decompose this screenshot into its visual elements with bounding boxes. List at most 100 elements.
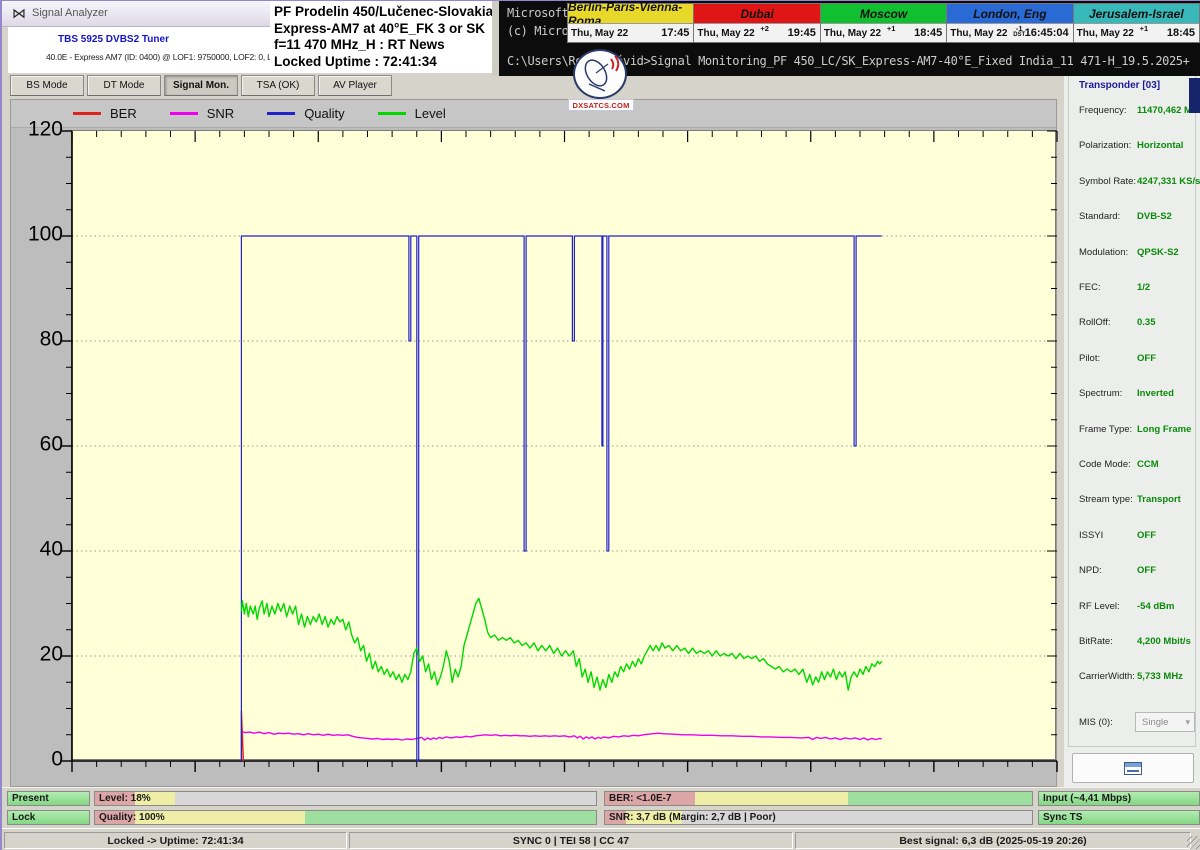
legend-swatch-ber: [73, 112, 101, 115]
signal-bar-ber: BER: <1.0E-7: [604, 791, 1033, 806]
annotation-line: Express-AM7 at 40°E_FK 3 or SK: [274, 20, 485, 36]
spectrum-button[interactable]: [1072, 753, 1194, 783]
param-label: Modulation:: [1079, 246, 1129, 258]
param-value: OFF: [1137, 529, 1156, 541]
clock-date: Thu, May 22: [571, 28, 629, 39]
tab-dt-mode[interactable]: DT Mode: [87, 75, 161, 96]
param-label: Standard:: [1079, 211, 1121, 223]
mis-label: MIS (0):: [1079, 717, 1113, 728]
param-value: Long Frame: [1137, 423, 1192, 435]
param-value: DVB-S2: [1137, 211, 1172, 223]
series-level: [240, 597, 883, 691]
transponder-row-npd: NPD: OFF: [1079, 565, 1197, 579]
logo-caption: DXSATCS.COM: [568, 99, 634, 111]
resize-grip-icon[interactable]: [1187, 836, 1200, 849]
status-led-sync-ts: Sync TS: [1038, 810, 1200, 825]
clock-date: Thu, May 22: [697, 28, 755, 39]
clock-dst-label: DST: [1013, 32, 1026, 38]
param-value: -54 dBm: [1137, 600, 1175, 612]
clock-city: London, Eng: [947, 4, 1073, 23]
param-label: Frequency:: [1079, 105, 1127, 116]
param-value: QPSK-S2: [1137, 246, 1179, 258]
clock-time: 18:45: [914, 27, 943, 39]
tab-bs-mode[interactable]: BS Mode: [10, 75, 84, 96]
annotation-note: PF Prodelin 450/Lučenec-Slovakia Express…: [270, 1, 499, 73]
clock-utc-offset: +1: [886, 24, 896, 33]
transponder-row-modulation: Modulation: QPSK-S2: [1079, 247, 1197, 261]
y-tick-label: 20: [39, 642, 63, 666]
bar-segment: [175, 792, 596, 805]
transponder-row-polarization: Polarization: Horizontal: [1079, 140, 1197, 154]
y-tick-label: 40: [39, 537, 63, 561]
param-value: 1/2: [1137, 282, 1151, 293]
indicator-panel: Present Level: 18% BER: <1.0E-7 Input (~4,4…: [2, 787, 1200, 828]
legend-label: SNR: [206, 106, 235, 121]
clock-jerusalem-israel: Jerusalem-Israel Thu, May 22 +1 18:45: [1072, 3, 1200, 43]
legend-label: Level: [414, 106, 446, 121]
status-segment-1: SYNC 0 | TEI 58 | CC 47: [349, 832, 793, 849]
transponder-row-code-mode: Code Mode: CCM: [1079, 459, 1197, 473]
transponder-sidebar: Transponder [03] Frequency: 11470,462 MHz…: [1064, 67, 1200, 787]
param-label: Code Mode:: [1079, 459, 1131, 470]
transponder-row-carrierwidth: CarrierWidth: 5,733 MHz: [1079, 671, 1197, 685]
indicator-text: Quality: 100%: [99, 812, 165, 823]
clock-utc-offset: +2: [760, 24, 769, 33]
transponder-row-stream-type: Stream type: Transport: [1079, 494, 1197, 508]
world-clocks: Berlin-Paris-Vienna-Roma Thu, May 22 17:45…: [567, 0, 1200, 43]
indicator-text: Lock: [12, 812, 36, 823]
signal-bar-snr: SNR: 3,7 dB (Margin: 2,7 dB | Poor): [604, 810, 1033, 825]
param-value: 0.35: [1137, 317, 1156, 329]
series-snr: [241, 730, 882, 741]
transponder-row-frequency: Frequency: 11470,462 MHz: [1079, 105, 1200, 119]
param-label: Stream type:: [1079, 494, 1133, 506]
y-tick-label: 100: [27, 222, 63, 246]
param-label: ISSYI: [1079, 529, 1104, 541]
y-tick-label: 120: [27, 117, 63, 141]
dxsatcs-logo: DXSATCS.COM: [568, 49, 634, 111]
param-label: Frame Type:: [1079, 423, 1133, 435]
clock-city: Jerusalem-Israel: [1073, 4, 1200, 23]
clock-date: Thu, May 22: [950, 28, 1008, 39]
legend-item-quality: Quality: [267, 106, 345, 121]
mis-value: Single: [1142, 716, 1169, 728]
param-value: OFF: [1137, 352, 1156, 364]
status-segment-2: Best signal: 6,3 dB (2025-05-19 20:26): [795, 832, 1191, 849]
transponder-row-bitrate: BitRate: 4,200 Mbit/s: [1079, 636, 1197, 650]
signal-bar-quality: Quality: 100%: [94, 810, 597, 825]
param-value: 4247,331 KS/s: [1137, 175, 1200, 187]
tab-signal-mon[interactable]: Signal Mon.: [164, 75, 238, 96]
legend-item-snr: SNR: [169, 106, 235, 121]
status-segment-0: Locked -> Uptime: 72:41:34: [4, 832, 347, 849]
transponder-row-frame-type: Frame Type: Long Frame: [1079, 424, 1197, 438]
param-value: Inverted: [1137, 388, 1174, 400]
spectrum-icon: [1124, 761, 1142, 775]
legend-swatch-level: [377, 112, 406, 115]
transponder-row-standard: Standard: DVB-S2: [1079, 211, 1197, 225]
clock-time-row: Thu, May 22 +2 19:45: [694, 23, 820, 42]
status-led-input-4-41-mbps: Input (~4,41 Mbps): [1038, 791, 1200, 806]
transponder-row-fec: FEC: 1/2: [1079, 282, 1197, 296]
tab-bar: BS Mode DT Mode Signal Mon. TSA (OK) AV Play…: [10, 75, 392, 96]
tuner-name: TBS 5925 DVBS2 Tuner: [58, 34, 169, 45]
window-edge: [492, 1, 499, 76]
status-led-present: Present: [7, 791, 90, 806]
signal-bar-level: Level: 18%: [94, 791, 597, 806]
clock-time-row: Thu, May 22 +1 18:45: [1073, 23, 1200, 42]
param-label: Spectrum:: [1079, 388, 1123, 400]
bar-segment: [848, 792, 1032, 805]
clock-time-row: Thu, May 22 +1 18:45: [820, 23, 947, 42]
plot-area: [62, 130, 1058, 772]
annotation-line: Locked Uptime : 72:41:34: [274, 53, 437, 69]
indicator-text: SNR: 3,7 dB (Margin: 2,7 dB | Poor): [609, 812, 776, 823]
param-value: Horizontal: [1137, 140, 1184, 152]
tab-av-player[interactable]: AV Player: [318, 75, 392, 96]
clock-date: Thu, May 22: [1076, 28, 1134, 39]
indicator-text: Present: [12, 793, 49, 804]
mis-select[interactable]: Single ▾: [1135, 712, 1195, 732]
tab-tsa-ok[interactable]: TSA (OK): [241, 75, 315, 96]
legend-item-ber: BER: [73, 106, 137, 121]
transponder-groupbox: Transponder [03] Frequency: 11470,462 MHz…: [1068, 71, 1200, 747]
clock-berlin-paris-vienna-roma: Berlin-Paris-Vienna-Roma Thu, May 22 17:45: [567, 0, 695, 43]
clock-london-eng: London, Eng Thu, May 22 -1 DST 16:45:04: [946, 3, 1074, 43]
clock-city: Berlin-Paris-Vienna-Roma: [568, 0, 694, 28]
